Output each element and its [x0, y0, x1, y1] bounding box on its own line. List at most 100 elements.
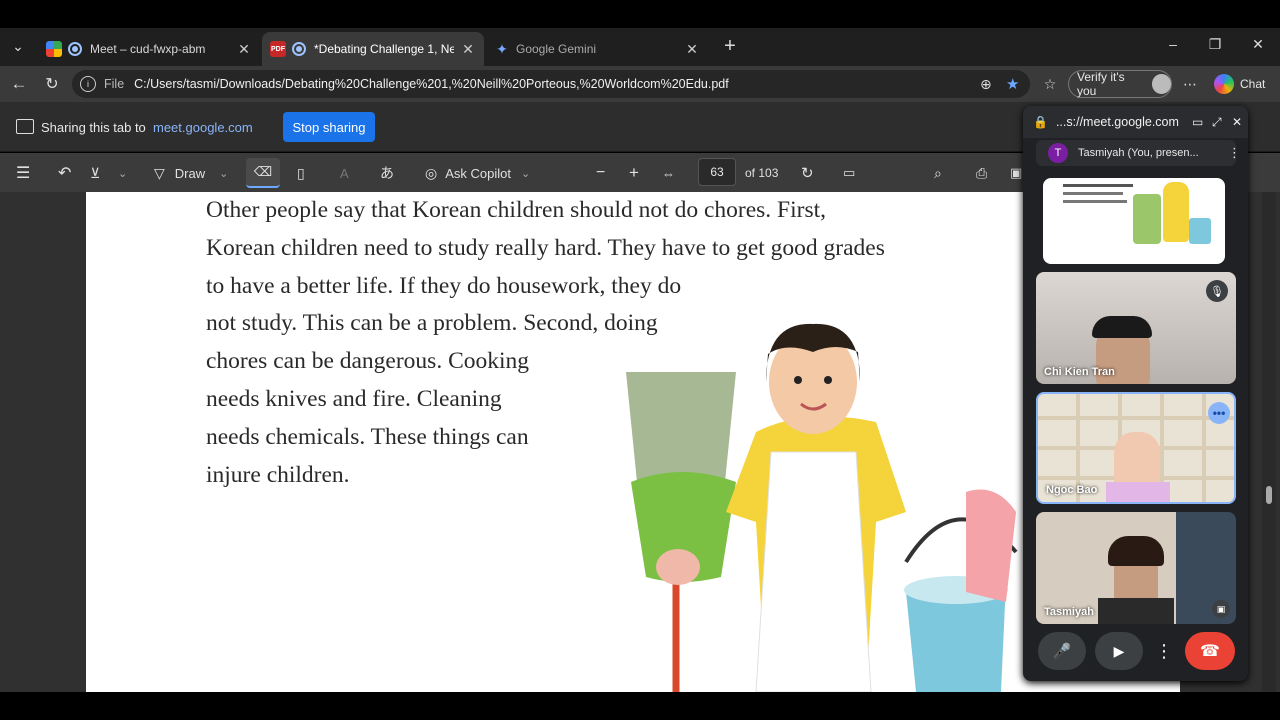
- sharing-target-link[interactable]: meet.google.com: [153, 120, 253, 135]
- thumb-broom: [1133, 194, 1161, 244]
- read-aloud-icon[interactable]: あ: [380, 163, 394, 183]
- participant-name: Tasmiyah: [1044, 606, 1094, 618]
- favorites-icon[interactable]: ☆: [1040, 74, 1060, 94]
- leave-call-button[interactable]: ☎: [1185, 632, 1235, 670]
- draw-tool[interactable]: ▽ Draw ⌄: [154, 163, 228, 183]
- fit-width-icon[interactable]: ⇔: [662, 163, 675, 183]
- minimize-button[interactable]: –: [1163, 36, 1183, 56]
- meet-popup-window: 🔒 ...s://meet.google.com ▭ ⤢ ✕ T Tasmiya…: [1023, 106, 1248, 681]
- camera-icon: ▶: [1113, 642, 1125, 659]
- reload-icon[interactable]: ↻: [42, 74, 62, 94]
- address-bar[interactable]: i File C:/Users/tasmi/Downloads/Debating…: [72, 70, 1030, 98]
- save-icon[interactable]: ▣: [1010, 163, 1022, 183]
- rotate-icon[interactable]: ↻: [801, 163, 814, 183]
- copilot-icon: [1214, 74, 1234, 94]
- close-tab-icon[interactable]: ✕: [460, 41, 476, 58]
- participant-name: Chi Kien Tran: [1044, 366, 1115, 378]
- restore-button[interactable]: ❐: [1205, 36, 1225, 56]
- tab-title: *Debating Challenge 1, Neill P: [314, 42, 454, 56]
- participant-tile[interactable]: 🎙 Chi Kien Tran: [1036, 272, 1236, 384]
- zoom-in-icon[interactable]: +: [629, 163, 639, 183]
- undo-icon[interactable]: ↶: [58, 163, 71, 183]
- close-popup-icon[interactable]: ✕: [1232, 115, 1242, 129]
- thumb-text-line: [1063, 200, 1127, 203]
- highlight-dropdown-icon[interactable]: ⌄: [118, 163, 127, 183]
- contents-icon[interactable]: ☰: [16, 163, 30, 183]
- muted-mic-icon: 🎙: [1206, 280, 1228, 302]
- chores-illustration: [626, 323, 1018, 692]
- highlight-icon[interactable]: ⊻: [90, 163, 100, 183]
- participant-tile[interactable]: ▣ Tasmiyah: [1036, 512, 1236, 624]
- camera-button[interactable]: ▶: [1095, 632, 1143, 670]
- thumb-text-line: [1063, 192, 1123, 195]
- tab-pdf[interactable]: PDF *Debating Challenge 1, Neill P ✕: [262, 32, 484, 66]
- thumb-text-line: [1063, 184, 1133, 187]
- sharing-indicator-icon: [292, 42, 306, 56]
- page-total: of 103: [745, 166, 779, 180]
- ask-copilot-button[interactable]: ◎ Ask Copilot ⌄: [425, 163, 530, 183]
- scheme-label: File: [104, 77, 125, 91]
- new-tab-icon[interactable]: +: [720, 35, 740, 57]
- pdf-line: Other people say that Korean children sh…: [206, 197, 826, 223]
- microphone-button[interactable]: 🎤: [1038, 632, 1086, 670]
- draw-dropdown-icon: ⌄: [219, 167, 229, 180]
- tab-title: Meet – cud-fwxp-abm: [90, 42, 206, 56]
- zoom-icon[interactable]: ⊕: [980, 76, 992, 93]
- pip-icon[interactable]: ▣: [1212, 600, 1230, 618]
- info-icon[interactable]: i: [80, 76, 96, 92]
- participant-hair: [1108, 536, 1164, 566]
- cast-icon[interactable]: ▭: [1192, 115, 1203, 129]
- more-menu-icon[interactable]: ⋯: [1182, 74, 1198, 94]
- copilot-chat-button[interactable]: Chat: [1214, 73, 1265, 95]
- tab-strip: ⌄ Meet – cud-fwxp-abm ✕ PDF *Debating Ch…: [0, 28, 1280, 66]
- tab-meet[interactable]: Meet – cud-fwxp-abm ✕: [38, 32, 260, 66]
- speaking-indicator-icon: •••: [1208, 402, 1230, 424]
- tab-gemini[interactable]: ✦ Google Gemini ✕: [486, 32, 708, 66]
- expand-icon[interactable]: ⤢: [1212, 115, 1222, 130]
- tab-search-chevron-icon[interactable]: ⌄: [10, 38, 26, 54]
- eraser-icon[interactable]: ⌫: [246, 158, 280, 188]
- end-call-icon: ☎: [1200, 643, 1220, 660]
- ask-copilot-label: Ask Copilot: [445, 165, 511, 181]
- meet-favicon-icon: [46, 41, 62, 57]
- print-icon[interactable]: ⎙: [976, 163, 987, 183]
- participant-tile-active[interactable]: ••• Ngoc Bao: [1036, 392, 1236, 504]
- lock-icon: 🔒: [1033, 115, 1048, 129]
- bookmark-star-icon[interactable]: ★: [1006, 75, 1019, 93]
- zoom-out-icon[interactable]: −: [596, 163, 605, 183]
- participant-shirt: [1106, 482, 1170, 502]
- more-options-icon: ⋮: [1155, 640, 1173, 661]
- pdf-line: to have a better life. If they do housew…: [206, 272, 682, 299]
- text-box-icon[interactable]: ▯: [297, 163, 305, 183]
- scrollbar-thumb[interactable]: [1266, 486, 1272, 504]
- page-view-icon[interactable]: ▭: [843, 163, 855, 183]
- presenter-avatar: T: [1048, 143, 1068, 163]
- close-tab-icon[interactable]: ✕: [236, 41, 252, 58]
- window-close-button[interactable]: ✕: [1248, 36, 1268, 56]
- copilot-outline-icon: ◎: [425, 164, 438, 181]
- stop-sharing-button[interactable]: Stop sharing: [283, 112, 375, 142]
- draw-label: Draw: [174, 165, 206, 181]
- verify-profile-button[interactable]: Verify it's you: [1068, 70, 1172, 98]
- more-options-button[interactable]: ⋮: [1151, 632, 1177, 670]
- verify-label: Verify it's you: [1077, 70, 1125, 98]
- thumb-bucket: [1189, 218, 1211, 244]
- presentation-thumbnail[interactable]: [1043, 178, 1225, 264]
- tab-title: Google Gemini: [516, 42, 597, 56]
- search-icon[interactable]: ⌕: [934, 163, 942, 183]
- presenter-more-icon[interactable]: ⋮: [1228, 145, 1241, 161]
- presenter-label: Tasmiyah (You, presen...: [1078, 147, 1199, 159]
- gemini-favicon-icon: ✦: [496, 40, 508, 57]
- sharing-text: Sharing this tab to: [41, 120, 146, 135]
- pdf-scrollbar[interactable]: [1262, 192, 1276, 692]
- page-number-input[interactable]: 63: [698, 158, 736, 186]
- presenter-row[interactable]: T Tasmiyah (You, presen... ⋮: [1036, 140, 1241, 166]
- bottom-black-band: [0, 692, 1280, 720]
- microphone-icon: 🎤: [1052, 643, 1072, 660]
- recording-indicator-icon: [68, 42, 82, 56]
- back-icon[interactable]: ←: [9, 74, 29, 94]
- text-format-icon[interactable]: A: [340, 163, 349, 183]
- profile-avatar: [1151, 74, 1171, 94]
- close-tab-icon[interactable]: ✕: [684, 41, 700, 58]
- pdf-page: Other people say that Korean children sh…: [86, 192, 1180, 692]
